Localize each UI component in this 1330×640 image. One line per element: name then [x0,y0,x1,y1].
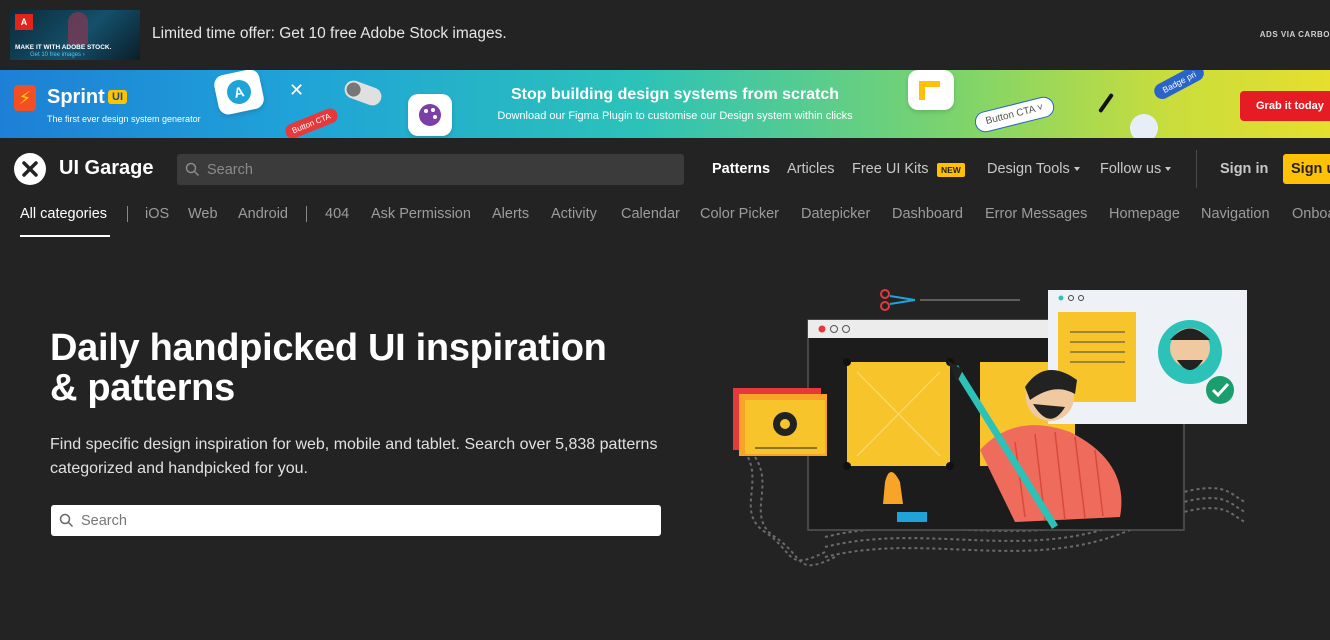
category-android[interactable]: Android [238,206,288,222]
hero-subtitle: Find specific design inspiration for web… [50,436,658,477]
sprint-ui-badge: UI [108,90,127,104]
follow-us-label: Follow us [1100,161,1162,177]
brand-name[interactable]: UI Garage [59,157,153,180]
category-divider [306,206,307,222]
banner-headline: Stop building design systems from scratc… [510,86,840,103]
button-cta-sticker: Button CTA [283,106,340,138]
category-404[interactable]: 404 [325,206,349,222]
sprint-ui-promo-banner[interactable]: ⚡ Sprint UI The first ever design system… [0,70,1330,138]
ui-garage-logo-icon[interactable] [14,153,46,185]
nav-divider [1196,150,1197,188]
new-badge: NEW [937,163,965,177]
letter-a-tile-icon: A [212,70,266,117]
pen-icon [1098,92,1114,114]
main-navigation: UI Garage Patterns Articles Free UI Kits… [0,138,1330,198]
caret-down-icon [1073,167,1080,172]
category-datepicker[interactable]: Datepicker [801,206,870,222]
hero-search-input[interactable] [81,505,651,536]
banner-subline: Download our Figma Plugin to customise o… [497,110,853,122]
button-cta-outline-label: Button CTA [984,104,1037,127]
corner-shape-tile-icon [908,70,954,110]
designer-illustration-image [733,289,1247,567]
button-cta-outline-sticker: Button CTA ˅ [972,94,1057,135]
category-error-messages[interactable]: Error Messages [985,206,1087,222]
search-icon [185,162,200,182]
hero-illustration [725,282,1255,582]
badge-primary-sticker: Badge pri [1151,70,1207,102]
category-navigation[interactable]: Navigation [1201,206,1270,222]
nav-link-patterns[interactable]: Patterns [712,161,770,177]
category-homepage[interactable]: Homepage [1109,206,1180,222]
category-onboarding[interactable]: Onboa [1292,206,1330,222]
header-search-input[interactable] [207,154,677,185]
palette-tile-icon [408,94,452,136]
nav-link-articles[interactable]: Articles [787,161,835,177]
ad-text-link[interactable]: Limited time offer: Get 10 free Adobe St… [152,25,507,43]
hero-title: Daily handpicked UI inspiration & patter… [50,328,690,408]
category-alerts[interactable]: Alerts [492,206,529,222]
sign-up-button[interactable]: Sign u [1283,154,1330,184]
ad-thumbnail-image[interactable]: A MAKE IT WITH ADOBE STOCK. Get 10 free … [10,10,140,60]
category-all[interactable]: All categories [20,206,107,222]
design-tools-label: Design Tools [987,161,1070,177]
lightning-bolt-icon: ⚡ [14,85,36,111]
category-divider [127,206,128,222]
category-activity[interactable]: Activity [551,206,597,222]
sign-in-link[interactable]: Sign in [1220,161,1268,177]
caret-down-icon [1165,167,1172,172]
header-search[interactable] [177,154,684,185]
sprint-brand-name: Sprint [47,86,105,108]
ad-thumb-headline: MAKE IT WITH ADOBE STOCK. [15,44,112,51]
hero-title-line-2: & patterns [50,367,235,409]
hero-title-line-1: Daily handpicked UI inspiration [50,327,607,369]
category-ios[interactable]: iOS [145,206,169,222]
nav-dropdown-follow-us[interactable]: Follow us [1100,161,1172,177]
chevron-down-icon: ˅ [1036,102,1045,115]
ads-via-carbon-link[interactable]: ADS VIA CARBO [1260,30,1330,39]
category-web[interactable]: Web [188,206,218,222]
cursor-hand-icon [1130,114,1158,138]
category-bar: All categories iOS Web Android 404 Ask P… [0,198,1330,238]
active-category-underline [20,235,110,237]
search-icon [59,513,74,533]
grab-it-today-button[interactable]: Grab it today [1240,91,1330,121]
category-ask-permission[interactable]: Ask Permission [371,206,471,222]
sprint-tagline: The first ever design system generator [47,114,201,124]
category-calendar[interactable]: Calendar [621,206,680,222]
nav-link-free-ui-kits[interactable]: Free UI Kits [852,161,929,177]
ad-thumb-link: Get 10 free images › [30,52,85,58]
close-x-icon: ✕ [289,80,305,100]
toggle-switch-icon [342,78,384,108]
category-dashboard[interactable]: Dashboard [892,206,963,222]
carbon-ad-bar: A MAKE IT WITH ADOBE STOCK. Get 10 free … [0,0,1330,70]
category-color-picker[interactable]: Color Picker [700,206,779,222]
nav-dropdown-design-tools[interactable]: Design Tools [987,161,1080,177]
adobe-logo-icon: A [15,14,33,30]
ad-model-image [68,12,88,46]
hero-search[interactable] [51,505,661,536]
